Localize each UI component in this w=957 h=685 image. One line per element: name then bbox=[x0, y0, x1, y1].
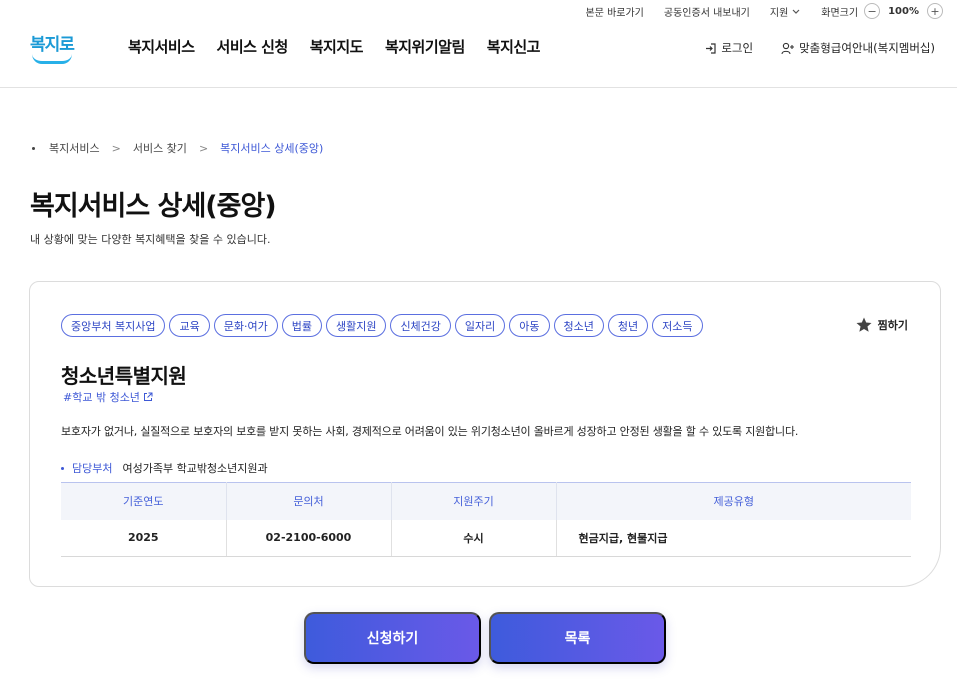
membership-link[interactable]: 맞춤형급여안내(복지멤버십) bbox=[781, 40, 935, 56]
favorite-button[interactable]: 찜하기 bbox=[855, 316, 908, 334]
tag-item[interactable]: 아동 bbox=[509, 314, 550, 337]
breadcrumb: 복지서비스 > 서비스 찾기 > 복지서비스 상세(중앙) bbox=[32, 140, 323, 156]
hashtag-link[interactable]: #학교 밖 청소년 bbox=[63, 389, 153, 405]
nav-service-apply[interactable]: 서비스 신청 bbox=[217, 36, 289, 57]
table-row: 2025 02-2100-6000 수시 현금지급, 현물지급 bbox=[61, 519, 911, 557]
department-info: 담당부처 여성가족부 학교밖청소년지원과 bbox=[61, 460, 268, 476]
user-plus-icon bbox=[781, 42, 795, 54]
table-cell: 02-2100-6000 bbox=[226, 519, 392, 557]
table-header-row: 기준연도 문의처 지원주기 제공유형 bbox=[61, 482, 911, 520]
tag-item[interactable]: 청년 bbox=[607, 314, 649, 337]
department-value: 여성가족부 학교밖청소년지원과 bbox=[122, 462, 268, 475]
login-label: 로그인 bbox=[721, 41, 754, 55]
tag-item[interactable]: 문화·여가 bbox=[213, 314, 278, 337]
star-icon bbox=[856, 317, 872, 332]
home-bullet bbox=[32, 146, 35, 150]
table-cell: 수시 bbox=[391, 519, 557, 557]
favorite-label: 찜하기 bbox=[877, 319, 908, 332]
header-actions: 로그인 맞춤형급여안내(복지멤버십) bbox=[676, 40, 935, 56]
tag-item[interactable]: 일자리 bbox=[454, 314, 506, 337]
cert-export-link[interactable]: 공동인증서 내보내기 bbox=[664, 4, 750, 19]
zoom-value: 100% bbox=[888, 5, 919, 17]
nav-crisis-alert[interactable]: 복지위기알림 bbox=[385, 36, 465, 57]
tag-item[interactable]: 법률 bbox=[281, 314, 322, 337]
support-dropdown[interactable]: 지원 bbox=[770, 4, 801, 19]
membership-label: 맞춤형급여안내(복지멤버십) bbox=[799, 41, 935, 55]
service-info-table: 기준연도 문의처 지원주기 제공유형 2025 02-2100-6000 수시 … bbox=[61, 482, 911, 557]
nav-welfare-service[interactable]: 복지서비스 bbox=[128, 36, 195, 57]
chevron-down-icon bbox=[792, 9, 800, 14]
tag-item[interactable]: 중앙부처 복지사업 bbox=[61, 314, 166, 337]
service-detail-card: 중앙부처 복지사업 교육 문화·여가 법률 생활지원 신체건강 일자리 아동 청… bbox=[29, 281, 941, 587]
service-description: 보호자가 없거나, 실질적으로 보호자의 보호를 받지 못하는 사회, 경제적으… bbox=[61, 425, 799, 438]
zoom-label: 화면크기 bbox=[821, 7, 859, 19]
site-logo[interactable]: 복지로 bbox=[28, 28, 78, 68]
tag-item[interactable]: 청소년 bbox=[553, 314, 604, 337]
chevron-right-icon: > bbox=[198, 141, 209, 155]
site-header: 복지로 복지서비스 서비스 신청 복지지도 복지위기알림 복지신고 로그인 맞춤… bbox=[0, 22, 957, 88]
support-label: 지원 bbox=[769, 7, 789, 19]
column-header: 지원주기 bbox=[391, 482, 557, 520]
page-title: 복지서비스 상세(중앙) bbox=[30, 191, 277, 222]
zoom-control: 화면크기 − 100% + bbox=[821, 3, 943, 19]
hashtag-text: #학교 밖 청소년 bbox=[63, 391, 140, 404]
utility-bar: 본문 바로가기 공동인증서 내보내기 지원 화면크기 − 100% + bbox=[566, 0, 943, 22]
department-label: 담당부처 bbox=[72, 462, 113, 475]
tag-item[interactable]: 생활지원 bbox=[325, 314, 387, 337]
column-header: 제공유형 bbox=[556, 482, 911, 520]
apply-button[interactable]: 신청하기 bbox=[304, 612, 481, 664]
service-title: 청소년특별지원 bbox=[61, 364, 187, 388]
main-nav: 복지서비스 서비스 신청 복지지도 복지위기알림 복지신고 bbox=[128, 36, 562, 57]
zoom-in-button[interactable]: + bbox=[927, 3, 943, 19]
breadcrumb-current: 복지서비스 상세(중앙) bbox=[220, 142, 324, 155]
nav-welfare-map[interactable]: 복지지도 bbox=[310, 36, 364, 57]
tag-item[interactable]: 저소득 bbox=[652, 314, 703, 337]
logo-text: 복지로 bbox=[30, 35, 75, 55]
skip-to-content-link[interactable]: 본문 바로가기 bbox=[586, 4, 644, 19]
bullet bbox=[61, 466, 64, 470]
chevron-right-icon: > bbox=[111, 141, 121, 155]
column-header: 문의처 bbox=[226, 482, 392, 520]
nav-welfare-report[interactable]: 복지신고 bbox=[487, 36, 541, 57]
tag-item[interactable]: 교육 bbox=[169, 314, 210, 337]
table-cell: 현금지급, 현물지급 bbox=[556, 519, 911, 557]
login-link[interactable]: 로그인 bbox=[704, 40, 753, 56]
page-description: 내 상황에 맞는 다양한 복지혜택을 찾을 수 있습니다. bbox=[30, 233, 271, 246]
breadcrumb-item-find[interactable]: 서비스 찾기 bbox=[133, 140, 187, 156]
breadcrumb-item-welfare[interactable]: 복지서비스 bbox=[49, 140, 100, 156]
zoom-out-button[interactable]: − bbox=[864, 3, 881, 19]
list-button[interactable]: 목록 bbox=[489, 612, 666, 664]
login-icon bbox=[706, 42, 716, 54]
external-link-icon bbox=[143, 392, 153, 401]
table-cell: 2025 bbox=[61, 519, 227, 557]
column-header: 기준연도 bbox=[61, 482, 227, 520]
tag-item[interactable]: 신체건강 bbox=[390, 314, 451, 337]
service-tags: 중앙부처 복지사업 교육 문화·여가 법률 생활지원 신체건강 일자리 아동 청… bbox=[61, 314, 703, 337]
logo-smile-mark bbox=[32, 54, 72, 64]
action-buttons: 신청하기 목록 bbox=[304, 612, 666, 664]
